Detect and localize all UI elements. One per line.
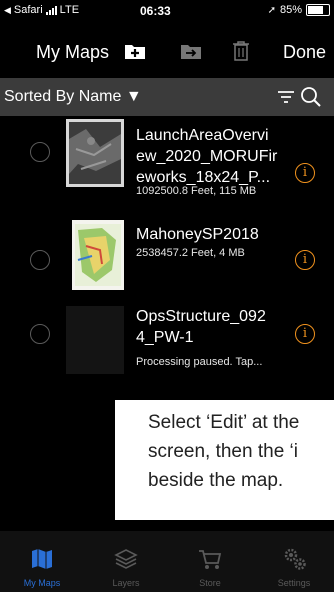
- map-title: MahoneySP2018: [136, 226, 259, 243]
- map-meta: 1092500.8 Feet, 115 MB: [136, 185, 257, 197]
- tab-layers[interactable]: Layers: [84, 531, 168, 592]
- page-title: My Maps: [36, 42, 110, 62]
- map-title: OpsStructure_092 4_PW-1: [136, 308, 266, 346]
- tab-label: Store: [199, 578, 221, 588]
- map-row[interactable]: OpsStructure_092 4_PW-1 Processing pause…: [0, 296, 334, 378]
- tab-bar: My Maps Layers Store Settings: [0, 531, 334, 592]
- select-radio[interactable]: [30, 250, 50, 270]
- tab-store[interactable]: Store: [168, 531, 252, 592]
- add-map-icon[interactable]: [124, 42, 146, 65]
- map-row[interactable]: MahoneySP2018 2538457.2 Feet, 4 MB i: [0, 220, 334, 290]
- tab-settings[interactable]: Settings: [252, 531, 334, 592]
- network-label: LTE: [59, 4, 80, 16]
- status-time: 06:33: [140, 4, 171, 18]
- export-map-icon[interactable]: [180, 42, 202, 65]
- search-icon[interactable]: [300, 86, 322, 113]
- map-title: LaunchAreaOvervi ew_2020_MORUFir eworks_…: [136, 127, 278, 186]
- battery-icon: [306, 4, 330, 16]
- select-radio[interactable]: [30, 142, 50, 162]
- instruction-overlay: Select ‘Edit’ at the screen, then the ‘i…: [115, 400, 334, 520]
- my-maps-icon: [32, 549, 52, 569]
- instruction-line: beside the map.: [148, 470, 284, 491]
- select-radio[interactable]: [30, 324, 50, 344]
- info-icon[interactable]: i: [295, 163, 315, 183]
- map-meta: Processing paused. Tap...: [136, 356, 263, 368]
- tab-my-maps[interactable]: My Maps: [0, 531, 84, 592]
- nav-bar: My Maps Done: [0, 22, 334, 78]
- tab-label: My Maps: [23, 578, 61, 588]
- map-meta: 2538457.2 Feet, 4 MB: [136, 247, 245, 259]
- trash-icon[interactable]: [232, 40, 250, 67]
- done-button[interactable]: Done: [283, 42, 326, 63]
- settings-gears-icon: [284, 548, 306, 570]
- map-thumbnail-placeholder: [66, 306, 124, 374]
- status-right: ➚ 85%: [268, 4, 330, 16]
- sort-dropdown[interactable]: Sorted By Name ▼: [4, 88, 142, 106]
- status-left: ◀ Safari LTE: [4, 4, 79, 16]
- location-icon: ➚: [267, 4, 276, 16]
- sort-bar: Sorted By Name ▼: [0, 78, 334, 116]
- tab-label: Settings: [277, 578, 311, 588]
- instruction-line: screen, then the ‘i: [148, 441, 298, 462]
- tab-label: Layers: [112, 578, 140, 588]
- store-cart-icon: [199, 550, 222, 569]
- back-arrow-icon[interactable]: ◀: [4, 5, 11, 16]
- status-bar: ◀ Safari LTE 06:33 ➚ 85%: [0, 0, 334, 22]
- info-icon[interactable]: i: [295, 324, 315, 344]
- map-row[interactable]: LaunchAreaOvervi ew_2020_MORUFir eworks_…: [0, 116, 334, 198]
- filter-icon[interactable]: [277, 90, 295, 109]
- info-icon[interactable]: i: [295, 250, 315, 270]
- signal-icon: [45, 5, 57, 15]
- back-app-label[interactable]: Safari: [14, 4, 43, 16]
- battery-percent: 85%: [279, 4, 302, 16]
- map-thumbnail: [72, 220, 124, 290]
- instruction-line: Select ‘Edit’ at the: [148, 412, 300, 433]
- layers-icon: [114, 549, 138, 569]
- map-thumbnail: [66, 119, 124, 187]
